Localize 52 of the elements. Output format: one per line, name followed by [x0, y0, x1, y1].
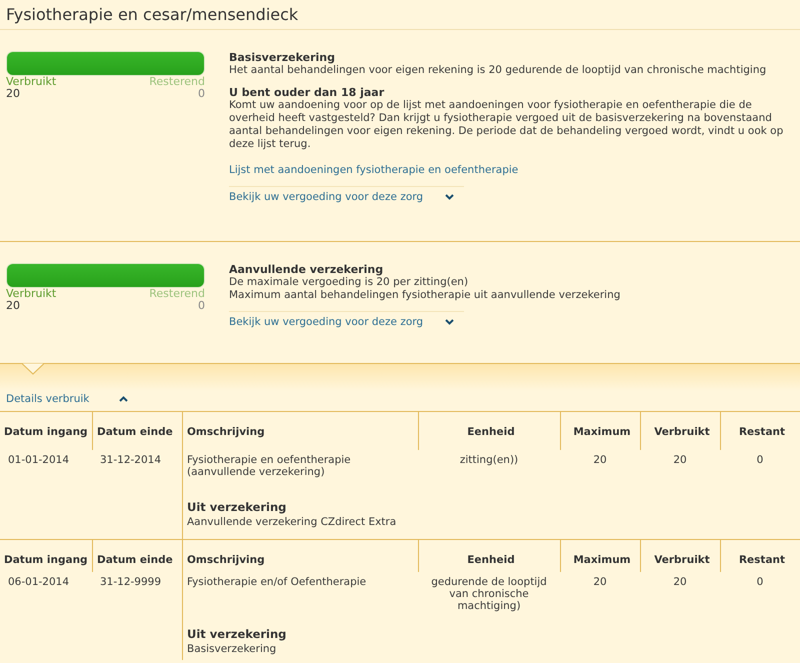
table-cell-text: 0 [756, 575, 764, 590]
table-cell-text: 01-01-2014 [7, 453, 70, 468]
remaining-value: 0 [198, 300, 205, 312]
column-header: Datum ingang [3, 425, 89, 440]
column-header: Maximum [560, 412, 640, 450]
coverage-heading: Basisverzekering [229, 51, 336, 64]
table-cell-text: 06-01-2014 [7, 575, 70, 590]
coverage-heading: U bent ouder dan 18 jaar [229, 86, 386, 99]
coverage-text: Maximum aantal behandelingen fysiotherapie uit aanvullende verzekering [229, 289, 622, 302]
used-value: 20 [6, 300, 20, 312]
table-cell-text: 20 [592, 453, 608, 468]
column-header: Eenheid [418, 412, 560, 450]
column-header: Restant [720, 540, 800, 572]
used-value: 20 [6, 88, 20, 100]
column-header: Datum einde [92, 412, 182, 450]
conditions-list-link[interactable]: Lijst met aandoeningen fysiotherapie en oefentherapie [229, 164, 518, 176]
column-header: Verbruikt [640, 412, 720, 450]
table-cell-text: 20 [672, 453, 688, 468]
column-header: Omschrijving [182, 540, 418, 572]
table-cell-text: 31-12-9999 [99, 575, 162, 590]
table-cell-text: 20 [592, 575, 608, 590]
coverage-heading: Aanvullende verzekering [229, 263, 384, 276]
table-cell-text: 31-12-2014 [99, 453, 162, 468]
used-label: Verbruikt [6, 288, 56, 300]
coverage-text: Komt uw aandoening voor op de lijst met aandoeningen voor fysiotherapie en oefentherapie die de overheid heeft vastgesteld? Dan krijgt u fysiotherapie vergoed uit de basisverzekering na bovenstaand aantal behandelingen voor eigen rekening. De periode dat de behandeling vergoed wordt, vindt u ook op deze lijst terug. [229, 99, 784, 151]
table-cell-text: 20 [672, 575, 688, 590]
source-heading: Uit verzekering [187, 626, 288, 642]
column-header: Datum ingang [3, 553, 89, 568]
source-text: Basisverzekering [187, 642, 278, 656]
column-header: Datum einde [92, 540, 182, 572]
remaining-label: Resterend [149, 288, 205, 300]
source-text: Aanvullende verzekering CZdirect Extra [187, 514, 398, 529]
remaining-value: 0 [198, 88, 205, 100]
used-label: Verbruikt [6, 76, 56, 88]
table-cell: Fysiotherapie en/of Oefentherapie [182, 572, 418, 616]
table-cell: Fysiotherapie en oefentherapie (aanvullende verzekering) [182, 450, 418, 489]
table-cell-text: 0 [756, 453, 764, 468]
coverage-text: De maximale vergoeding is 20 per zitting(en) [229, 276, 470, 289]
table-cell-text: gedurende de looptijd van chronische machtiging) [430, 575, 548, 614]
column-header: Eenheid [418, 540, 560, 572]
column-header: Maximum [560, 540, 640, 572]
remaining-label: Resterend [149, 76, 205, 88]
table-cell-text: zitting(en)) [458, 453, 520, 468]
column-header: Omschrijving [182, 412, 418, 450]
column-header: Verbruikt [640, 540, 720, 572]
details-toggle[interactable]: Details verbruik [6, 393, 128, 405]
page-title: Fysiotherapie en cesar/mensendieck [0, 0, 800, 30]
source-heading: Uit verzekering [187, 498, 288, 515]
coverage-toggle[interactable]: Bekijk uw vergoeding voor deze zorg [229, 311, 464, 328]
coverage-toggle[interactable]: Bekijk uw vergoeding voor deze zorg [229, 186, 464, 203]
column-header: Restant [720, 412, 800, 450]
coverage-text: Het aantal behandelingen voor eigen rekening is 20 gedurende de looptijd van chronische machtiging [229, 64, 768, 77]
